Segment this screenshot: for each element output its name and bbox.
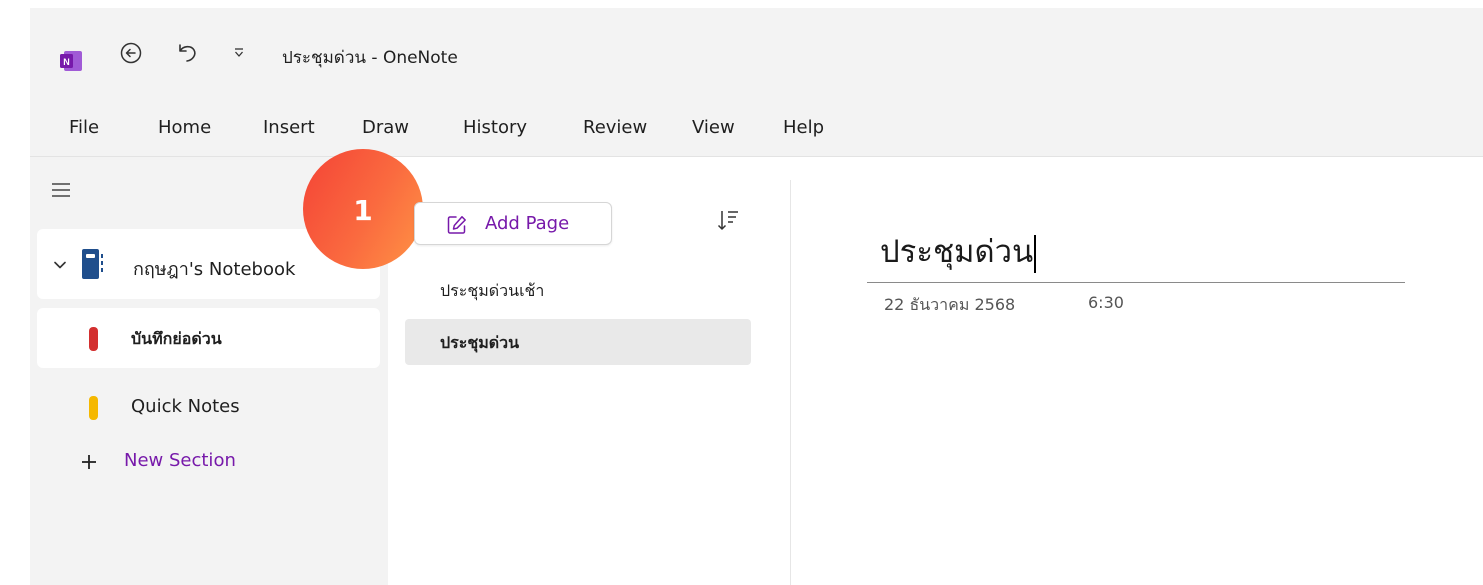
undo-icon[interactable] (174, 40, 200, 66)
page-time: 6:30 (1088, 293, 1124, 312)
onenote-app-icon: N (60, 51, 82, 71)
page-list-item-title: ประชุมด่วน (440, 333, 520, 352)
page-title-text: ประชุมด่วน (880, 234, 1034, 270)
back-icon[interactable] (118, 40, 144, 66)
add-page-edit-icon (447, 216, 466, 234)
menu-draw[interactable]: Draw (362, 117, 409, 138)
text-caret (1034, 234, 1037, 273)
page-title[interactable]: ประชุมด่วน (880, 226, 1037, 276)
page-date: 22 ธันวาคม 2568 (884, 295, 1016, 314)
page-title-underline (867, 282, 1405, 283)
plus-icon (82, 455, 96, 469)
menu-bar (30, 100, 1483, 157)
menu-help[interactable]: Help (783, 117, 824, 138)
section-item-selected[interactable]: บันทึกย่อด่วน (37, 308, 380, 368)
add-page-button[interactable]: Add Page (414, 202, 612, 245)
pane-divider[interactable] (790, 180, 791, 585)
menu-file[interactable]: File (69, 117, 99, 138)
menu-review[interactable]: Review (583, 117, 647, 138)
chevron-down-icon[interactable] (54, 261, 66, 269)
menu-home[interactable]: Home (158, 117, 211, 138)
new-section-button[interactable]: New Section (80, 448, 280, 476)
new-section-label: New Section (124, 450, 236, 471)
page-list-item-selected[interactable]: ประชุมด่วน (405, 319, 751, 365)
section-label: บันทึกย่อด่วน (131, 329, 222, 348)
add-page-label: Add Page (485, 213, 570, 234)
notebook-name: กฤษฎา's Notebook (133, 259, 296, 280)
menu-history[interactable]: History (463, 117, 527, 138)
section-color-tab-icon (89, 396, 98, 420)
section-label: Quick Notes (131, 396, 240, 417)
page-list-item[interactable]: ประชุมด่วนเช้า (405, 267, 751, 313)
section-item-quick-notes[interactable]: Quick Notes (37, 384, 380, 430)
step-callout-badge: 1 (303, 149, 423, 269)
menu-view[interactable]: View (692, 117, 735, 138)
quick-access-dropdown-icon[interactable] (226, 40, 252, 66)
svg-text:N: N (63, 57, 70, 67)
hamburger-menu-icon[interactable] (52, 183, 70, 197)
section-color-tab-icon (89, 327, 98, 351)
notebook-icon (82, 249, 103, 279)
window-title: ประชุมด่วน - OneNote (282, 48, 458, 68)
sort-icon[interactable] (716, 208, 740, 232)
page-list-item-title: ประชุมด่วนเช้า (440, 281, 545, 300)
menu-insert[interactable]: Insert (263, 117, 315, 138)
